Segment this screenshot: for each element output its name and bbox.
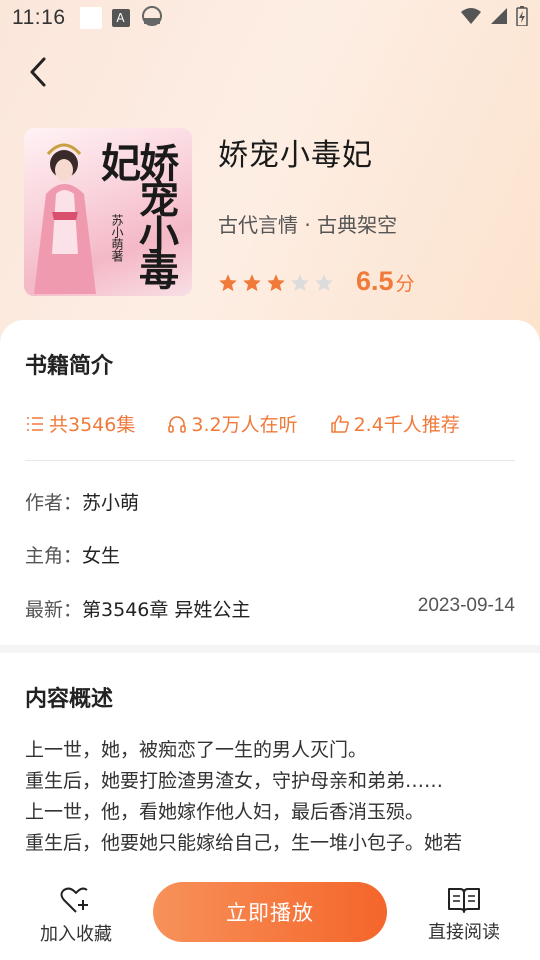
latest-date: 2023-09-14	[417, 595, 515, 616]
star-filled-icon	[267, 274, 285, 292]
author-row: 作者： 苏小萌	[25, 488, 515, 515]
latest-row[interactable]: 最新： 第3546章 异姓公主 2023-09-14	[25, 595, 515, 622]
intro-card: 书籍简介 共3546集 3.2万人在听 2.4千人推荐 作者： 苏小萌 主角： …	[0, 320, 540, 645]
stat-listeners: 3.2万人在听	[167, 410, 298, 437]
intro-title: 书籍简介	[25, 354, 114, 379]
book-cover[interactable]: 娇宠小毒妃 苏小萌著	[24, 128, 192, 296]
star-filled-icon	[219, 274, 237, 292]
author-value: 苏小萌	[82, 492, 140, 514]
read-now-label: 直接阅读	[428, 922, 500, 943]
rating-score: 6.5	[356, 266, 394, 296]
protagonist-row: 主角： 女生	[25, 541, 515, 568]
stat-episodes: 共3546集	[25, 410, 135, 437]
latest-chapter[interactable]: 第3546章 异姓公主	[82, 595, 250, 622]
bottom-action-bar: 加入收藏 立即播放 直接阅读	[0, 862, 540, 960]
thumbs-up-icon	[330, 414, 349, 433]
add-favorite-label: 加入收藏	[40, 924, 112, 945]
stat-recommend-text: 2.4千人推荐	[353, 414, 460, 436]
chevron-left-icon	[30, 57, 46, 87]
rating-stars	[218, 273, 334, 293]
summary-text: 上一世，她，被痴恋了一生的男人灭门。 重生后，她要打脸渣男渣女，守护母亲和弟弟……	[25, 739, 463, 854]
star-empty-icon	[315, 274, 333, 292]
back-button[interactable]	[18, 52, 58, 92]
add-favorite-button[interactable]: 加入收藏	[30, 886, 122, 950]
rating: 6.5 分	[218, 266, 415, 297]
stat-listeners-text: 3.2万人在听	[191, 414, 298, 436]
signal-icon	[490, 6, 508, 30]
read-now-button[interactable]: 直接阅读	[418, 886, 510, 950]
wifi-icon	[460, 6, 482, 30]
book-title: 娇宠小毒妃	[218, 138, 373, 173]
protagonist-value: 女生	[82, 545, 121, 567]
latest-label: 最新：	[25, 599, 83, 621]
protagonist-label: 主角：	[25, 545, 83, 567]
divider	[25, 460, 515, 461]
open-book-icon	[448, 888, 480, 913]
list-icon	[27, 416, 43, 431]
battery-icon	[516, 5, 528, 31]
author-label: 作者：	[25, 492, 83, 514]
rating-unit: 分	[395, 273, 415, 295]
book-genre: 古代言情 · 古典架空	[218, 213, 398, 237]
play-now-button[interactable]: 立即播放	[153, 882, 387, 942]
cover-author: 苏小萌著	[110, 214, 124, 262]
stat-recommend: 2.4千人推荐	[330, 410, 460, 437]
summary-title: 内容概述	[25, 687, 114, 712]
status-time: 11:16	[12, 6, 66, 29]
stats-row: 共3546集 3.2万人在听 2.4千人推荐	[25, 410, 492, 437]
star-empty-icon	[291, 274, 309, 292]
headphones-icon	[168, 415, 187, 433]
star-filled-icon	[243, 274, 261, 292]
cloud-sync-icon	[140, 5, 164, 32]
notification-square-icon	[79, 7, 102, 29]
status-bar: 11:16 A	[0, 0, 540, 36]
heart-plus-icon	[60, 887, 88, 913]
a-keyboard-icon: A	[111, 9, 130, 27]
stat-episodes-text: 共3546集	[49, 414, 136, 436]
